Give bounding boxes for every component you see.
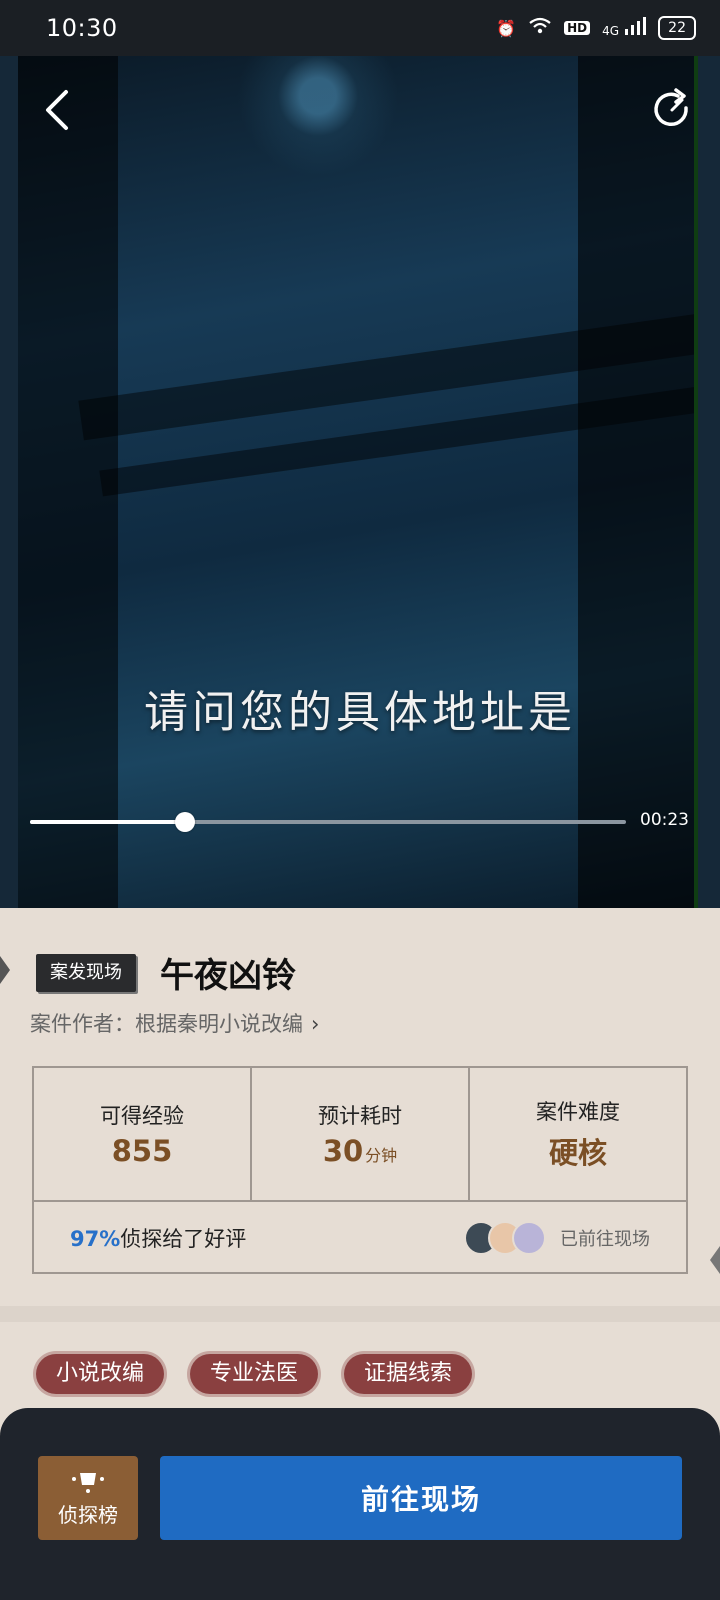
chevron-left-icon	[46, 90, 68, 130]
stat-number: 30	[322, 1134, 364, 1168]
video-shadow	[578, 56, 698, 908]
case-tags: 小说改编 专业法医 证据线索	[36, 1354, 473, 1394]
network-label: 4G	[602, 24, 620, 38]
progress-fill	[30, 820, 185, 824]
stat-value: 硬核	[549, 1130, 607, 1172]
go-to-scene-button[interactable]: 前往现场	[160, 1456, 682, 1540]
hd-badge: HD	[564, 21, 591, 35]
stat-unit: 分钟	[365, 1146, 398, 1165]
detective-rank-button[interactable]: 侦探榜	[38, 1456, 138, 1540]
tag-chip[interactable]: 证据线索	[344, 1354, 473, 1394]
case-title: 午夜凶铃	[160, 956, 296, 996]
battery-level: 22	[668, 20, 686, 36]
alarm-icon: ⏰	[496, 18, 517, 38]
go-label: 前往现场	[360, 1483, 481, 1516]
tag-chip[interactable]: 专业法医	[190, 1354, 319, 1394]
case-author-link[interactable]: 案件作者：根据秦明小说改编 ›	[30, 1008, 319, 1038]
section-divider	[0, 1306, 720, 1322]
wifi-icon	[528, 17, 552, 39]
stats-row: 可得经验 855 预计耗时 30 分钟 案件难度 硬核	[34, 1068, 686, 1202]
stat-value: 855	[112, 1134, 173, 1168]
replay-button[interactable]	[648, 86, 696, 134]
video-progress-bar[interactable]	[30, 812, 626, 832]
rating-row: 97%侦探给了好评 已前往现场	[34, 1202, 686, 1274]
case-info-panel: 案发现场 午夜凶铃 案件作者：根据秦明小说改编 › 可得经验 855 预计耗时 3…	[0, 908, 720, 1408]
tag-chip[interactable]: 小说改编	[36, 1354, 165, 1394]
video-player[interactable]: 请问您的具体地址是 00:23	[0, 56, 720, 908]
replay-icon	[654, 88, 688, 127]
visited-label: 已前往现场	[560, 1229, 650, 1250]
battery-indicator: 22	[658, 16, 696, 40]
video-shadow	[18, 56, 118, 908]
rating-percent: 97%	[70, 1227, 121, 1251]
case-tag: 案发现场	[36, 954, 136, 992]
bottom-action-bar: 侦探榜 前往现场	[0, 1408, 720, 1600]
status-bar: 10:30 ⏰ HD 4G 22	[0, 0, 720, 56]
stat-value: 30 分钟	[323, 1134, 397, 1168]
stat-experience: 可得经验 855	[34, 1068, 252, 1200]
stat-number: 硬核	[548, 1136, 607, 1170]
avatar	[512, 1221, 546, 1255]
stat-label: 可得经验	[100, 1104, 184, 1128]
stat-number: 855	[111, 1134, 173, 1168]
back-button[interactable]	[36, 86, 80, 134]
video-time: 00:23	[640, 810, 689, 830]
side-marker-right	[710, 1246, 720, 1274]
status-icons: ⏰ HD 4G 22	[496, 16, 696, 40]
status-time: 10:30	[46, 14, 118, 42]
chevron-right-icon: ›	[311, 1012, 320, 1036]
stat-label: 案件难度	[536, 1100, 620, 1124]
rating-label: 侦探给了好评	[120, 1227, 247, 1251]
rating-summary: 97%侦探给了好评	[70, 1223, 246, 1253]
stat-duration: 预计耗时 30 分钟	[252, 1068, 470, 1200]
case-stats: 可得经验 855 预计耗时 30 分钟 案件难度 硬核 97%侦探给了好评 已前往…	[32, 1066, 688, 1274]
video-frame	[18, 56, 698, 908]
progress-handle[interactable]	[174, 812, 195, 832]
stat-label: 预计耗时	[318, 1104, 402, 1128]
side-marker-left	[0, 956, 10, 984]
rank-label: 侦探榜	[58, 1502, 118, 1527]
visitors-group[interactable]: 已前往现场	[464, 1221, 650, 1255]
trophy-icon	[72, 1472, 104, 1493]
video-subtitle: 请问您的具体地址是	[144, 687, 576, 738]
signal-icon: 4G	[602, 17, 647, 39]
stat-difficulty: 案件难度 硬核	[470, 1068, 686, 1200]
video-edge	[694, 56, 698, 908]
case-author-text: 案件作者：根据秦明小说改编	[30, 1012, 303, 1036]
